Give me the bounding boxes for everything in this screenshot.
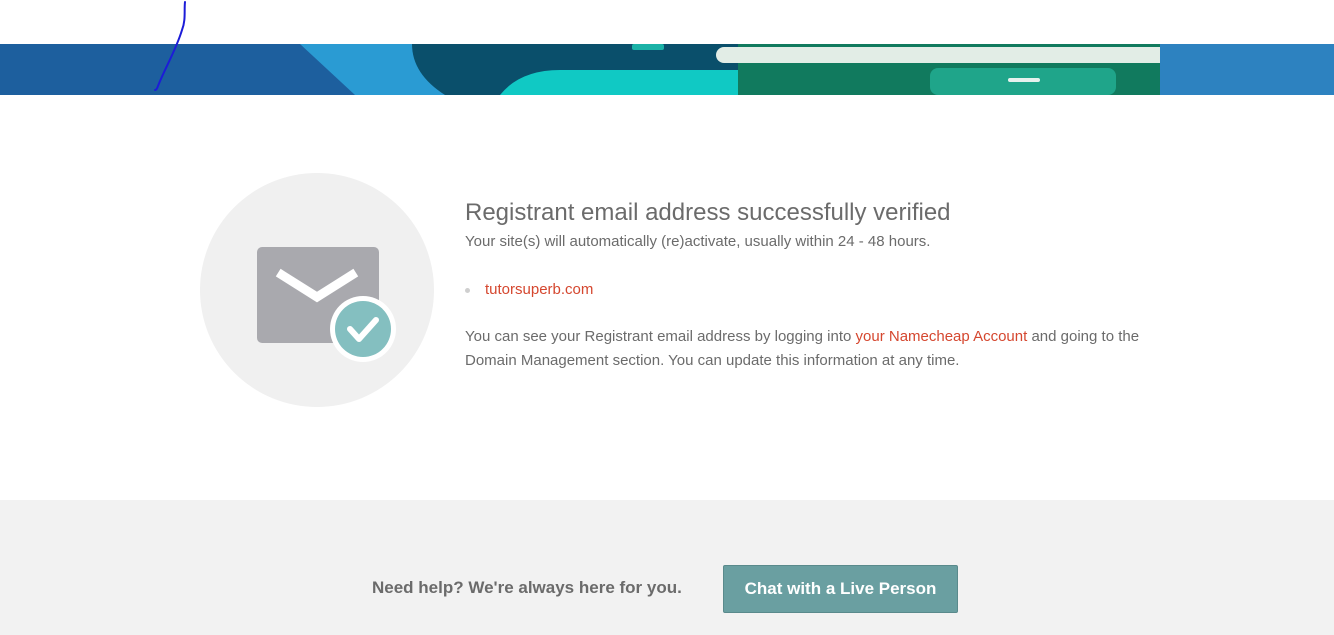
- namecheap-account-link[interactable]: your Namecheap Account: [856, 328, 1028, 345]
- domain-list: tutorsuperb.com: [465, 280, 1165, 300]
- bullet-icon: [465, 288, 470, 293]
- chat-live-person-button[interactable]: Chat with a Live Person: [723, 565, 958, 613]
- banner-graphic: [0, 44, 1334, 95]
- list-item: tutorsuperb.com: [465, 280, 1165, 300]
- page: Registrant email address successfully ve…: [0, 0, 1334, 635]
- help-text: Need help? We're always here for you.: [372, 578, 682, 597]
- account-info: You can see your Registrant email addres…: [465, 325, 1165, 373]
- info-prefix: You can see your Registrant email addres…: [465, 328, 856, 345]
- verification-message: Registrant email address successfully ve…: [465, 199, 1165, 373]
- envelope-check-icon: [200, 173, 434, 407]
- help-footer: Need help? We're always here for you. Ch…: [0, 500, 1334, 635]
- reactivation-note: Your site(s) will automatically (re)acti…: [465, 233, 931, 250]
- top-spacer: [0, 0, 1334, 44]
- page-title: Registrant email address successfully ve…: [465, 199, 951, 226]
- domain-link[interactable]: tutorsuperb.com: [485, 281, 593, 298]
- main-content: Registrant email address successfully ve…: [0, 95, 1334, 500]
- header-banner: [0, 44, 1334, 95]
